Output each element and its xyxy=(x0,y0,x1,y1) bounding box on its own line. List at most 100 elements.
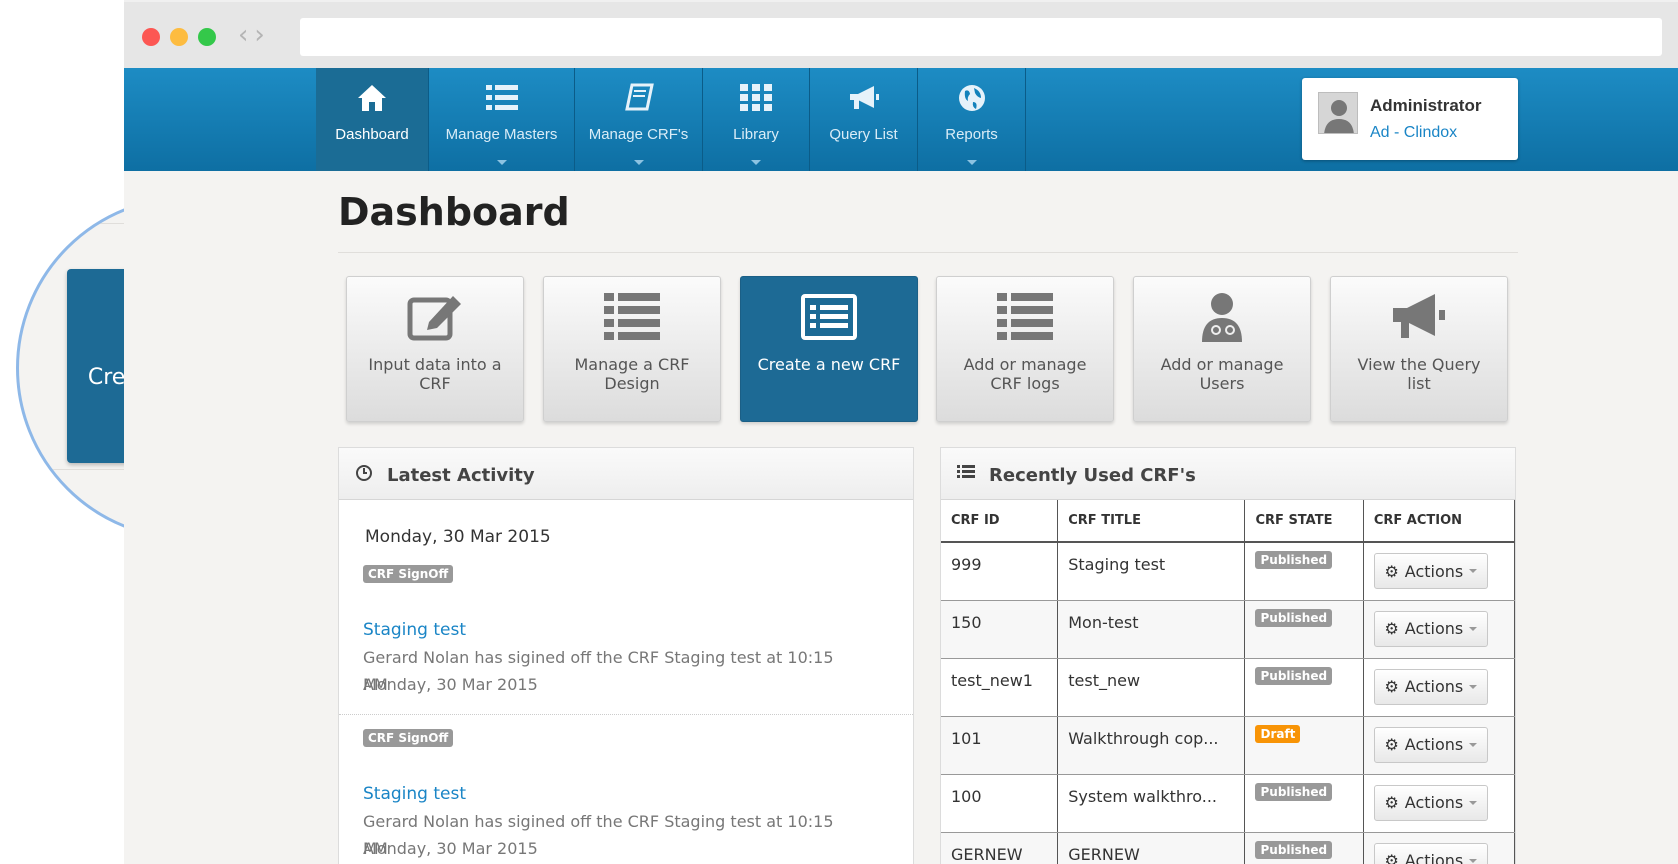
grid-icon xyxy=(740,80,772,116)
actions-button[interactable]: ⚙ Actions xyxy=(1373,668,1488,705)
actions-label: Actions xyxy=(1404,793,1464,812)
actions-button[interactable]: ⚙ Actions xyxy=(1373,842,1488,864)
tile-input-data[interactable]: Input data into a CRF xyxy=(346,276,524,422)
chevron-down-icon xyxy=(496,160,507,165)
crf-title: Staging test xyxy=(1057,542,1246,601)
tile-create-new-crf[interactable]: Create a new CRF xyxy=(740,276,918,422)
tile-label: Input data into a CRF xyxy=(368,355,502,393)
chevron-down-icon xyxy=(1469,626,1478,631)
nav-label: Manage Masters xyxy=(445,126,558,143)
chevron-down-icon xyxy=(1469,858,1478,863)
status-badge: Draft xyxy=(1255,724,1301,743)
tile-view-query-list[interactable]: View the Query list xyxy=(1330,276,1508,422)
recent-crfs-table: CRF ID CRF TITLE CRF STATE CRF ACTION 99… xyxy=(941,500,1515,864)
activity-link[interactable]: Staging test xyxy=(363,784,466,804)
edit-icon xyxy=(407,287,463,347)
activity-time: Monday, 30 Mar 2015 xyxy=(363,675,538,694)
home-icon xyxy=(356,80,388,116)
close-window-button[interactable] xyxy=(142,28,160,46)
column-header: CRF ACTION xyxy=(1363,500,1515,543)
actions-label: Actions xyxy=(1404,619,1464,638)
nav-label: Library xyxy=(733,126,779,143)
tile-label: Add or manage Users xyxy=(1160,355,1284,393)
crf-state-cell: Published xyxy=(1244,542,1364,601)
tile-label: View the Query list xyxy=(1357,355,1481,393)
crf-action-cell: ⚙ Actions xyxy=(1363,600,1515,659)
book-icon xyxy=(624,80,654,116)
crf-action-cell: ⚙ Actions xyxy=(1363,542,1515,601)
crf-state-cell: Published xyxy=(1244,600,1364,659)
column-header: CRF ID xyxy=(941,500,1059,543)
form-icon xyxy=(801,287,857,347)
latest-activity-panel: Latest Activity Monday, 30 Mar 2015 CRF … xyxy=(338,447,914,864)
column-header: CRF STATE xyxy=(1244,500,1364,543)
user-org-link[interactable]: Ad - Clindox xyxy=(1370,124,1457,142)
crf-state-cell: Published xyxy=(1244,774,1364,833)
actions-button[interactable]: ⚙ Actions xyxy=(1373,784,1488,821)
nav-item-query-list[interactable]: Query List xyxy=(810,68,918,171)
user-menu[interactable]: Administrator Ad - Clindox xyxy=(1302,78,1518,160)
nav-label: Dashboard xyxy=(335,126,409,143)
minimize-window-button[interactable] xyxy=(170,28,188,46)
page-title: Dashboard xyxy=(338,190,570,234)
actions-label: Actions xyxy=(1404,735,1464,754)
status-badge: CRF SignOff xyxy=(363,565,454,583)
chevron-down-icon xyxy=(751,160,761,165)
megaphone-icon xyxy=(848,80,880,116)
crf-action-cell: ⚙ Actions xyxy=(1363,774,1515,833)
tile-manage-users[interactable]: Add or manage Users xyxy=(1133,276,1311,422)
chevron-down-icon xyxy=(1469,684,1478,689)
crf-state-cell: Draft xyxy=(1244,716,1364,775)
maximize-window-button[interactable] xyxy=(198,28,216,46)
panel-title: Latest Activity xyxy=(387,465,535,486)
nav-item-manage-masters[interactable]: Manage Masters xyxy=(429,68,575,171)
crf-id: test_new1 xyxy=(941,658,1059,717)
crf-id: 101 xyxy=(941,716,1059,775)
gear-icon: ⚙ xyxy=(1384,619,1399,638)
chevron-down-icon xyxy=(1469,800,1478,805)
column-header: CRF TITLE xyxy=(1057,500,1246,543)
actions-button[interactable]: ⚙ Actions xyxy=(1373,726,1488,763)
status-badge: Published xyxy=(1255,608,1333,627)
actions-label: Actions xyxy=(1404,677,1464,696)
address-bar[interactable] xyxy=(300,18,1662,56)
nav-item-manage-crfs[interactable]: Manage CRF's xyxy=(575,68,703,171)
nav-label: Manage CRF's xyxy=(588,126,689,143)
table-row: 150 Mon-test Published ⚙ Actions xyxy=(941,600,1515,659)
clock-icon xyxy=(355,464,373,486)
crf-action-cell: ⚙ Actions xyxy=(1363,658,1515,717)
actions-label: Actions xyxy=(1404,561,1464,581)
nav-item-dashboard[interactable]: Dashboard xyxy=(316,68,429,171)
status-badge: Published xyxy=(1255,840,1333,859)
crf-id: 100 xyxy=(941,774,1059,833)
tile-manage-crf-design[interactable]: Manage a CRF Design xyxy=(543,276,721,422)
table-row: 101 Walkthrough cop... Draft ⚙ Actions xyxy=(941,716,1515,775)
browser-window: ‹› Dashboard Manage Masters Manage CRF's xyxy=(124,0,1678,864)
megaphone-icon xyxy=(1391,287,1447,347)
gear-icon: ⚙ xyxy=(1384,735,1399,754)
main-navigation: Dashboard Manage Masters Manage CRF's Li… xyxy=(124,68,1678,171)
nav-label: Reports xyxy=(945,126,998,143)
tile-label: Create a new CRF xyxy=(757,355,901,374)
panel-title: Recently Used CRF's xyxy=(989,465,1196,486)
activity-time: Monday, 30 Mar 2015 xyxy=(363,839,538,858)
actions-button[interactable]: ⚙ Actions xyxy=(1373,553,1488,589)
actions-button[interactable]: ⚙ Actions xyxy=(1373,610,1488,647)
table-row: 999 Staging test Published ⚙ Actions xyxy=(941,542,1515,601)
back-forward-icon[interactable]: ‹› xyxy=(238,20,271,50)
list-icon xyxy=(485,80,518,116)
crf-title: GERNEW xyxy=(1057,832,1246,864)
nav-item-library[interactable]: Library xyxy=(703,68,810,171)
crf-action-cell: ⚙ Actions xyxy=(1363,832,1515,864)
crf-id: 999 xyxy=(941,542,1059,601)
activity-link[interactable]: Staging test xyxy=(363,620,466,640)
tile-manage-crf-logs[interactable]: Add or manage CRF logs xyxy=(936,276,1114,422)
status-badge: CRF SignOff xyxy=(363,729,454,747)
crf-title: test_new xyxy=(1057,658,1246,717)
table-row: test_new1 test_new Published ⚙ Actions xyxy=(941,658,1515,717)
crf-id: GERNEW xyxy=(941,832,1059,864)
gear-icon: ⚙ xyxy=(1384,561,1399,581)
user-name: Administrator xyxy=(1370,96,1482,115)
nav-item-reports[interactable]: Reports xyxy=(918,68,1026,171)
tile-label: Manage a CRF Design xyxy=(574,355,690,393)
